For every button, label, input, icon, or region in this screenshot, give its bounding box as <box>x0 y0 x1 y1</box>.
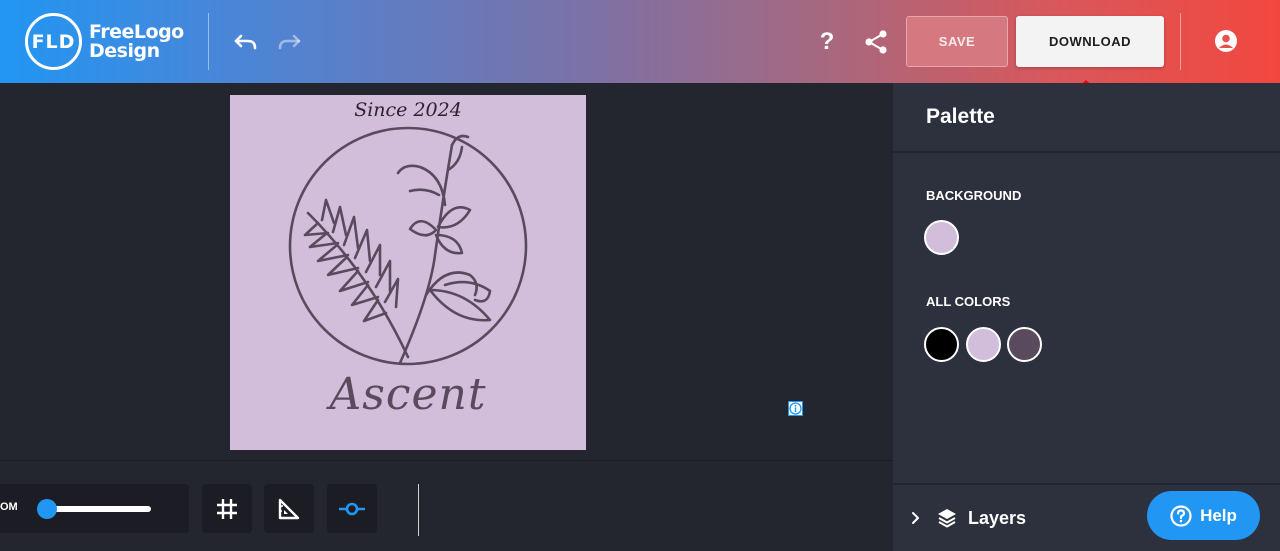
layers-label: Layers <box>968 507 1027 528</box>
snap-toggle-button[interactable] <box>327 484 377 533</box>
color-swatch-2[interactable] <box>966 327 1001 362</box>
logo-artboard[interactable]: Since 2024 Ascent <box>230 95 586 450</box>
background-swatch[interactable] <box>924 220 959 255</box>
logo-mark: FLD <box>25 13 82 70</box>
grid-icon <box>217 498 237 519</box>
logo-line-1: FreeLogo <box>89 20 184 43</box>
snap-icon <box>339 502 365 515</box>
download-button[interactable]: DOWNLOAD <box>1016 16 1164 67</box>
header-divider-right <box>1180 13 1181 70</box>
help-label: Help <box>1200 505 1237 525</box>
all-colors-label: ALL COLORS <box>926 294 1011 309</box>
panel-divider <box>893 151 1280 153</box>
color-swatch-3[interactable] <box>1007 327 1042 362</box>
info-icon <box>789 402 802 415</box>
help-button[interactable]: Help <box>1147 491 1260 540</box>
ad-info-badge[interactable] <box>788 401 803 416</box>
top-bar: FLD FreeLogo Design ? SAVE DOWNLOAD <box>0 0 1280 83</box>
share-icon <box>865 30 887 54</box>
zoom-label: OM <box>0 501 18 513</box>
zoom-control: OM <box>0 484 189 533</box>
toolbar-divider <box>418 484 419 536</box>
canvas-workspace: Since 2024 Ascent OM <box>0 83 893 551</box>
redo-button[interactable] <box>275 30 303 54</box>
app-logo[interactable]: FLD FreeLogo Design <box>25 13 184 70</box>
logo-brand-name[interactable]: Ascent <box>230 369 586 420</box>
header-divider <box>208 13 209 70</box>
redo-icon <box>278 34 301 50</box>
color-swatch-1[interactable] <box>924 327 959 362</box>
zoom-slider-thumb[interactable] <box>37 499 57 519</box>
grid-toggle-button[interactable] <box>202 484 252 533</box>
ruler-toggle-button[interactable] <box>264 484 314 533</box>
account-button[interactable] <box>1213 28 1239 54</box>
help-question-button[interactable]: ? <box>814 28 840 56</box>
account-icon <box>1215 30 1237 52</box>
save-button[interactable]: SAVE <box>906 16 1008 67</box>
chevron-right-icon <box>912 512 919 524</box>
share-button[interactable] <box>862 28 890 56</box>
ruler-icon <box>278 498 300 519</box>
question-circle-icon <box>1170 504 1192 527</box>
panel-title: Palette <box>926 105 995 128</box>
undo-button[interactable] <box>232 30 260 54</box>
canvas-toolbar: OM <box>0 460 893 551</box>
logo-wordmark: FreeLogo Design <box>89 20 184 62</box>
undo-icon <box>234 34 257 50</box>
background-label: BACKGROUND <box>926 188 1022 203</box>
layers-icon <box>938 509 956 528</box>
logo-line-2: Design <box>89 39 160 62</box>
palette-panel: Palette BACKGROUND ALL COLORS Layers <box>893 83 1280 551</box>
